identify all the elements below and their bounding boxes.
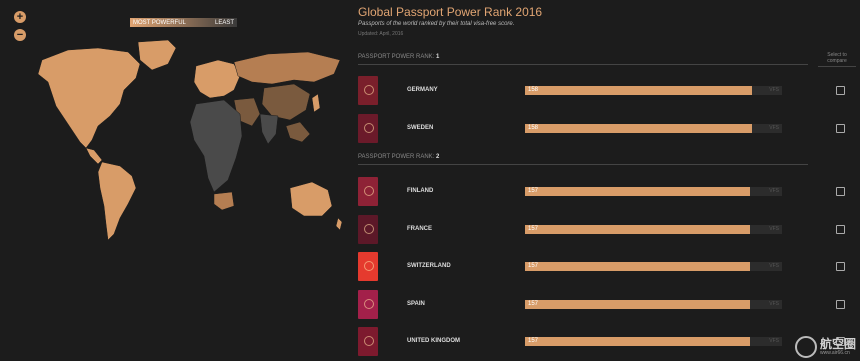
rank-label: PASSPORT POWER RANK: (358, 154, 435, 160)
map-africa (189, 99, 243, 193)
country-name: UNITED KINGDOM (407, 338, 460, 344)
vfs-label: VFS (769, 263, 779, 269)
map-greenland (137, 39, 177, 71)
map-central-america (85, 147, 103, 165)
country-name: SWITZERLAND (407, 263, 451, 269)
score-bar-fill (525, 86, 752, 95)
zoom-in-button[interactable]: + (14, 11, 26, 23)
vfs-label: VFS (769, 338, 779, 344)
passport-icon (358, 215, 378, 244)
compare-checkbox[interactable] (836, 187, 845, 196)
score-value: 157 (528, 188, 539, 194)
score-bar-fill (525, 262, 751, 271)
score-bar-fill (525, 124, 752, 133)
vfs-label: VFS (769, 188, 779, 194)
legend-least-label: LEAST (214, 19, 234, 26)
map-australia (289, 181, 333, 217)
watermark-logo-icon (794, 336, 817, 358)
updated-date: Updated: April, 2016 (358, 31, 404, 37)
passport-icon (358, 177, 378, 206)
country-row-finland: FINLAND 157 VFS (358, 177, 848, 207)
map-south-africa (213, 191, 235, 211)
score-bar: 158 VFS (525, 86, 782, 95)
score-bar-fill (525, 337, 751, 346)
score-bar-fill (525, 225, 751, 234)
map-southeast-asia (285, 121, 311, 143)
score-value: 157 (528, 301, 539, 307)
rank-number: 1 (436, 54, 440, 60)
vfs-label: VFS (769, 87, 779, 93)
vfs-label: VFS (769, 125, 779, 131)
passport-icon (358, 114, 378, 143)
map-new-zealand (335, 217, 343, 231)
country-name: FRANCE (407, 226, 432, 232)
compare-header: Select to compare (818, 52, 856, 67)
watermark: 航空圈 www.air66.cn (794, 336, 856, 358)
watermark-text: 航空圈 (819, 337, 856, 351)
world-map[interactable] (28, 38, 346, 243)
compare-checkbox[interactable] (836, 225, 845, 234)
compare-checkbox[interactable] (836, 262, 845, 271)
score-bar: 157 VFS (525, 225, 782, 234)
rank-number: 2 (436, 154, 440, 160)
vfs-label: VFS (769, 226, 779, 232)
country-name: SPAIN (407, 301, 425, 307)
map-india (259, 113, 279, 145)
country-row-switzerland: SWITZERLAND 157 VFS (358, 252, 848, 282)
passport-icon (358, 327, 378, 356)
country-row-france: FRANCE 157 VFS (358, 215, 848, 245)
rank-header-2: PASSPORT POWER RANK: 2 (358, 154, 808, 165)
rank-header-1: PASSPORT POWER RANK: 1 (358, 54, 808, 65)
passport-icon (358, 76, 378, 105)
country-name: FINLAND (407, 188, 434, 194)
score-bar: 157 VFS (525, 300, 782, 309)
score-value: 157 (528, 338, 539, 344)
score-value: 158 (528, 87, 539, 93)
compare-checkbox[interactable] (836, 124, 845, 133)
map-china (261, 83, 311, 121)
score-value: 157 (528, 226, 539, 232)
compare-checkbox[interactable] (836, 300, 845, 309)
page-title: Global Passport Power Rank 2016 (358, 5, 543, 19)
country-name: SWEDEN (407, 125, 434, 131)
passport-icon (358, 290, 378, 319)
rank-label: PASSPORT POWER RANK: (358, 54, 435, 60)
page-subtitle: Passports of the world ranked by their t… (358, 21, 515, 27)
country-row-germany: GERMANY 158 VFS (358, 76, 848, 106)
map-north-america (37, 47, 141, 149)
zoom-out-button[interactable]: − (14, 29, 26, 41)
score-value: 158 (528, 125, 539, 131)
map-europe (193, 59, 241, 99)
vfs-label: VFS (769, 301, 779, 307)
score-bar: 157 VFS (525, 337, 782, 346)
map-japan (311, 93, 321, 113)
score-bar: 157 VFS (525, 262, 782, 271)
country-row-sweden: SWEDEN 158 VFS (358, 114, 848, 144)
score-bar-fill (525, 300, 751, 309)
country-row-spain: SPAIN 157 VFS (358, 290, 848, 320)
country-name: GERMANY (407, 87, 438, 93)
country-row-united-kingdom: UNITED KINGDOM 157 VFS (358, 327, 848, 357)
map-south-america (97, 161, 137, 241)
score-bar-fill (525, 187, 751, 196)
map-legend: MOST POWERFUL LEAST (130, 18, 237, 27)
legend-most-label: MOST POWERFUL (133, 19, 186, 26)
score-bar: 158 VFS (525, 124, 782, 133)
score-value: 157 (528, 263, 539, 269)
compare-checkbox[interactable] (836, 86, 845, 95)
score-bar: 157 VFS (525, 187, 782, 196)
passport-icon (358, 252, 378, 281)
map-russia (233, 51, 341, 85)
